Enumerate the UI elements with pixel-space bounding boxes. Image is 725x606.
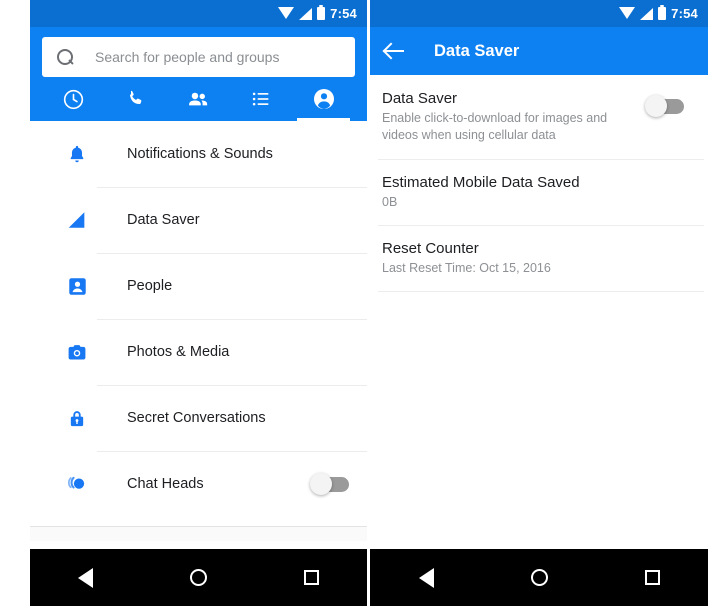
wifi-icon: [619, 6, 636, 19]
list-item-label: Notifications & Sounds: [127, 146, 273, 162]
list-item-label: Data Saver: [127, 212, 200, 228]
lock-icon: [64, 407, 90, 430]
preference-data-saver[interactable]: Data Saver Enable click-to-download for …: [370, 75, 708, 159]
preference-title: Data Saver: [382, 90, 458, 107]
search-bar[interactable]: Search for people and groups: [42, 37, 355, 77]
search-placeholder: Search for people and groups: [95, 49, 280, 65]
search-header: Search for people and groups: [30, 27, 367, 121]
tab-recent[interactable]: [42, 77, 105, 121]
list-item-people[interactable]: People: [30, 253, 367, 319]
list-item-label: People: [127, 278, 173, 294]
clock-icon: [63, 89, 83, 109]
list-item-notifications-sounds[interactable]: Notifications & Sounds: [30, 121, 367, 187]
group-icon: [189, 92, 208, 105]
preferences-list: Data Saver Enable click-to-download for …: [370, 75, 708, 292]
preference-subtitle: Last Reset Time: Oct 15, 2016: [382, 260, 551, 275]
right-phone-screen: 7:54 Data Saver Data Saver Enable click-…: [370, 0, 708, 606]
preference-title: Estimated Mobile Data Saved: [382, 173, 580, 191]
bell-icon: [64, 143, 90, 166]
preference-subtitle: 0B: [382, 194, 398, 209]
list-item-photos-media[interactable]: Photos & Media: [30, 319, 367, 385]
settings-list: Notifications & Sounds Data Saver People…: [30, 121, 367, 541]
square-recents-icon[interactable]: [644, 570, 660, 585]
status-bar-left: 7:54: [30, 0, 367, 27]
android-nav-bar-right: [370, 549, 708, 606]
list-item-chat-heads[interactable]: Chat Heads: [30, 451, 367, 517]
screenshot-stage: 7:54 Search for people and groups Notifi…: [0, 0, 725, 606]
contact-card-icon: [64, 276, 90, 297]
list-icon: [252, 92, 269, 106]
tab-profile[interactable]: [292, 77, 355, 121]
preference-subtitle: Enable click-to-download for images and …: [382, 111, 608, 143]
preference-estimated-mobile-data-saved[interactable]: Estimated Mobile Data Saved 0B: [370, 158, 708, 225]
list-item-label: Secret Conversations: [127, 410, 266, 426]
preference-title: Reset Counter: [382, 239, 479, 257]
data-saver-toggle[interactable]: [645, 95, 684, 117]
preference-text: Estimated Mobile Data Saved 0B: [382, 174, 692, 211]
list-item-data-saver[interactable]: Data Saver: [30, 187, 367, 253]
app-bar: Data Saver: [370, 27, 708, 75]
preference-reset-counter[interactable]: Reset Counter Last Reset Time: Oct 15, 2…: [370, 224, 708, 291]
square-recents-icon[interactable]: [303, 570, 319, 585]
wifi-icon: [278, 6, 295, 19]
circle-home-icon[interactable]: [530, 569, 548, 586]
preferences-bottom-divider: [370, 291, 708, 292]
status-bar-right: 7:54: [370, 0, 708, 27]
cellular-signal-icon: [299, 7, 313, 20]
circle-home-icon[interactable]: [189, 569, 207, 586]
status-bar-clock: 7:54: [671, 6, 698, 21]
triangle-back-icon[interactable]: [418, 567, 434, 588]
list-item-secret-conversations[interactable]: Secret Conversations: [30, 385, 367, 451]
android-nav-bar-left: [30, 549, 367, 606]
signal-triangle-icon: [64, 209, 90, 231]
back-arrow-icon[interactable]: [384, 40, 406, 62]
camera-icon: [64, 342, 90, 363]
status-bar-clock: 7:54: [330, 6, 357, 21]
list-item-label: Chat Heads: [127, 476, 204, 492]
battery-icon: [658, 4, 667, 20]
list-bottom-spacer: [30, 527, 367, 541]
tab-people[interactable]: [167, 77, 230, 121]
triangle-back-icon[interactable]: [78, 567, 94, 588]
person-circle-icon: [313, 89, 334, 109]
preference-text: Data Saver Enable click-to-download for …: [382, 90, 648, 145]
cellular-signal-icon: [640, 7, 654, 20]
tab-lists[interactable]: [230, 77, 293, 121]
battery-icon: [317, 4, 326, 20]
preference-text: Reset Counter Last Reset Time: Oct 15, 2…: [382, 240, 692, 277]
search-icon: [56, 48, 75, 67]
chat-heads-toggle[interactable]: [310, 472, 349, 495]
chat-heads-icon: [64, 473, 90, 495]
tab-bar: [42, 77, 355, 121]
tab-calls[interactable]: [105, 77, 168, 121]
status-bar-icons: [278, 4, 326, 20]
status-bar-icons: [619, 4, 667, 20]
left-phone-screen: 7:54 Search for people and groups Notifi…: [30, 0, 367, 606]
page-title: Data Saver: [434, 41, 520, 60]
list-item-label: Photos & Media: [127, 344, 230, 360]
phone-icon: [129, 90, 142, 105]
